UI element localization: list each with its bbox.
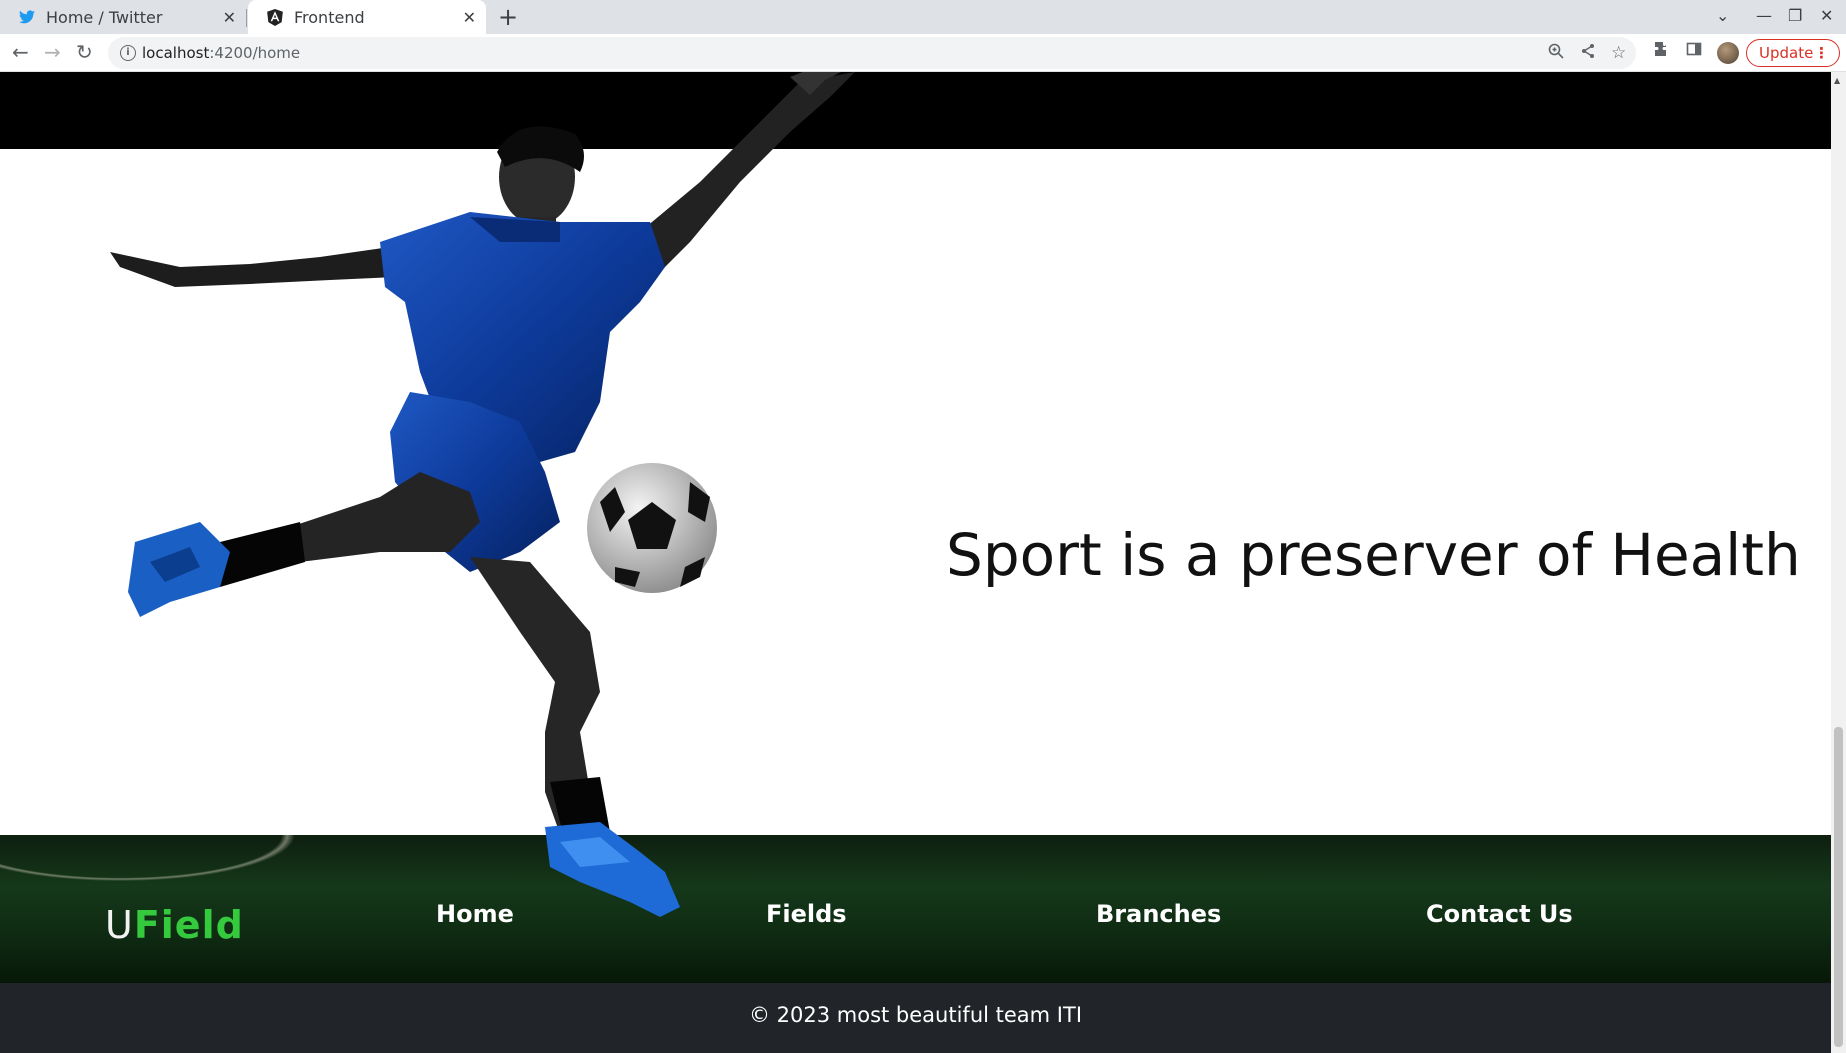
new-tab-icon[interactable]: + bbox=[498, 3, 518, 31]
scroll-up-icon[interactable]: ▲ bbox=[1834, 76, 1840, 85]
restore-icon[interactable]: ❐ bbox=[1788, 6, 1802, 25]
angular-icon bbox=[266, 8, 284, 26]
tab-strip: Home / Twitter ✕ Frontend ✕ + ⌄ — ❐ ✕ bbox=[0, 0, 1846, 34]
share-icon[interactable] bbox=[1580, 43, 1596, 64]
soccer-player-image bbox=[110, 72, 855, 917]
bookmark-star-icon[interactable]: ☆ bbox=[1611, 43, 1626, 63]
footer-link-contact-us[interactable]: Contact Us bbox=[1426, 900, 1573, 928]
extensions-icon[interactable] bbox=[1654, 41, 1670, 62]
profile-avatar[interactable] bbox=[1717, 42, 1739, 64]
url-text[interactable]: localhost:4200/home bbox=[142, 44, 300, 62]
browser-toolbar: ← → ↻ i localhost:4200/home ☆ Update ⋮ bbox=[0, 34, 1846, 72]
forward-icon[interactable]: → bbox=[44, 40, 61, 64]
hero-quote: Sport is a preserver of Health bbox=[946, 521, 1801, 589]
close-window-icon[interactable]: ✕ bbox=[1820, 6, 1833, 25]
reload-icon[interactable]: ↻ bbox=[76, 40, 93, 64]
tab-twitter[interactable]: Home / Twitter ✕ bbox=[0, 0, 247, 34]
update-button[interactable]: Update ⋮ bbox=[1746, 39, 1840, 67]
tab-title: Frontend bbox=[294, 7, 365, 27]
site-info-icon[interactable]: i bbox=[120, 45, 136, 61]
close-tab-icon[interactable]: ✕ bbox=[223, 8, 236, 27]
minimize-icon[interactable]: — bbox=[1756, 6, 1772, 25]
tab-frontend[interactable]: Frontend ✕ bbox=[248, 0, 486, 34]
close-tab-icon[interactable]: ✕ bbox=[463, 8, 476, 27]
footer-link-branches[interactable]: Branches bbox=[1096, 900, 1221, 928]
twitter-bird-icon bbox=[18, 8, 36, 26]
page-viewport: Sport is a preserver of Health UField Ho… bbox=[0, 72, 1846, 1053]
page-scrollbar[interactable]: ▲ bbox=[1831, 72, 1846, 1053]
zoom-icon[interactable] bbox=[1548, 43, 1564, 64]
back-icon[interactable]: ← bbox=[12, 40, 29, 64]
tab-search-chevron-icon[interactable]: ⌄ bbox=[1716, 6, 1729, 25]
more-menu-icon[interactable]: ⋮ bbox=[1814, 40, 1829, 66]
tab-title: Home / Twitter bbox=[46, 7, 163, 27]
side-panel-icon[interactable] bbox=[1686, 41, 1702, 62]
address-bar[interactable]: i localhost:4200/home ☆ bbox=[108, 37, 1636, 69]
scrollbar-thumb[interactable] bbox=[1834, 727, 1843, 1047]
